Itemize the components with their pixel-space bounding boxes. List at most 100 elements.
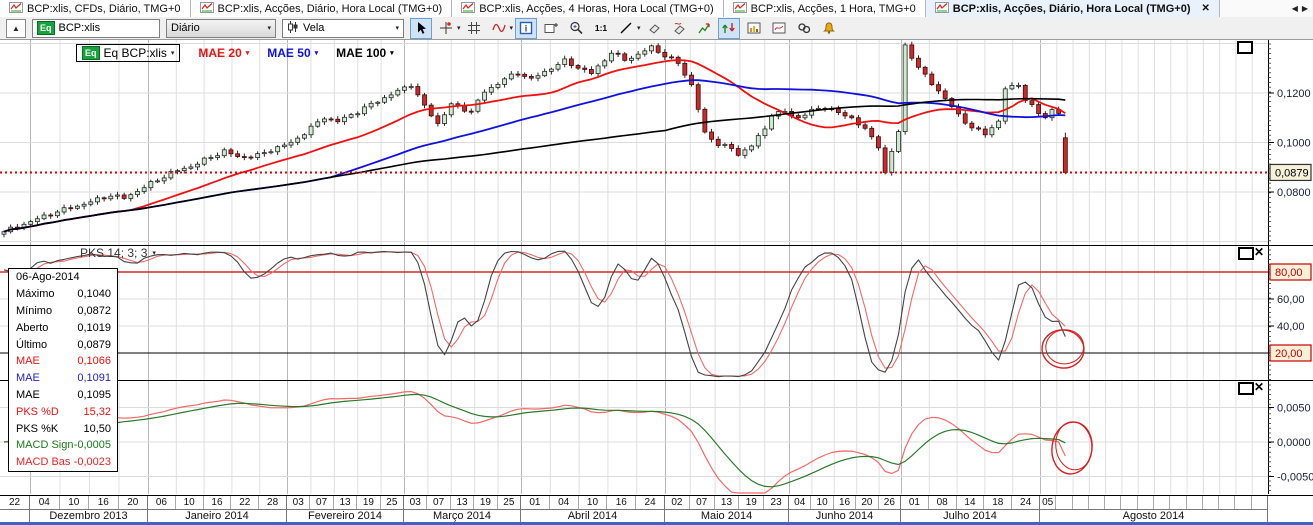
chevron-down-icon[interactable]: ▾ [510, 24, 514, 32]
time-axis-day-cell: 13 [334, 496, 357, 509]
maximize-panel-button[interactable] [1237, 41, 1253, 54]
tab-3[interactable]: BCP:xlis, Acções, 4 Horas, Hora Local (T… [452, 0, 723, 17]
time-axis-day-cell: 06 [148, 496, 176, 509]
ma-legend-dropdown[interactable]: MAE 50▾ [267, 46, 318, 60]
time-axis-day-cell [1235, 496, 1251, 509]
tab-label: BCP:xlis, Acções, 1 Hora, TMG+0 [751, 3, 916, 15]
time-axis-day-cell: 22 [231, 496, 259, 509]
trendline-tool-icon[interactable] [615, 18, 637, 39]
time-axis-day-cell: 04 [30, 496, 60, 509]
close-tab-icon[interactable]: ✕ [1201, 4, 1209, 14]
tab-5-active[interactable]: BCP:xlis, Acções, Diário, Hora Local (TM… [926, 0, 1220, 17]
mini-chart-icon [935, 2, 949, 16]
svg-text:20,00: 20,00 [1275, 348, 1303, 360]
ma-legend-dropdown[interactable]: MAE 100▾ [336, 46, 394, 60]
tooltip-row: PKS %K10,50 [9, 420, 117, 437]
chart-template-icon[interactable] [768, 18, 790, 39]
symbol-combo[interactable]: Eq BCP:xlis [32, 19, 160, 38]
tab-label: BCP:xlis, Acções, Diário, Hora Local (TM… [218, 3, 443, 15]
chart-toolbar: ▲ Eq BCP:xlis Diário ▾ Vela ▾ ▾▾i1:1▾ [0, 17, 1313, 40]
info-mode-icon[interactable]: i [515, 18, 537, 39]
zoom-tool-icon[interactable] [565, 18, 587, 39]
time-axis-day-cell: 07 [310, 496, 333, 509]
tooltip-row-label: Último [16, 339, 47, 351]
maximize-panel-button[interactable] [1238, 382, 1254, 395]
time-axis-day-cell: 22 [0, 496, 29, 509]
time-axis: 2204101620Dezembro 20130610162228Janeiro… [0, 495, 1268, 523]
svg-text:0,0000: 0,0000 [1277, 437, 1311, 449]
time-axis-day-cell: 25 [498, 496, 520, 509]
grid-toggle-icon[interactable] [463, 18, 485, 39]
close-panel-button[interactable]: ✕ [1254, 247, 1264, 257]
time-axis-day-cell [1219, 496, 1235, 509]
crosshair-tool-icon[interactable] [435, 18, 457, 39]
eraser-icon[interactable] [643, 18, 665, 39]
tool-icon-group: ▾▾i1:1▾ [410, 18, 840, 39]
period-select[interactable]: Diário ▾ [166, 19, 276, 38]
time-axis-days-row: 0610162228 [148, 496, 286, 510]
time-axis-month: 0410162026Junho 2014 [789, 496, 901, 523]
chart-plot-area[interactable]: 0,12000,10000,08000,087980,0060,0040,002… [0, 0, 1313, 495]
tooltip-row-value: 0,1040 [77, 288, 111, 300]
time-axis-month: 22 [0, 496, 30, 523]
tooltip-row: MAE0,1066 [9, 353, 117, 370]
time-axis-day-cell: 13 [451, 496, 474, 509]
cursor-tool-icon[interactable] [410, 18, 432, 39]
zigzag-arrow-icon[interactable] [693, 18, 715, 39]
link-charts-icon[interactable] [793, 18, 815, 39]
tab-scroll-right-icon[interactable]: ▶ [1302, 4, 1308, 13]
chart-style-select[interactable]: Vela ▾ [282, 19, 404, 38]
time-axis-day-cell: 20 [856, 496, 878, 509]
time-axis-day-cell [1138, 496, 1154, 509]
svg-text:80,00: 80,00 [1275, 267, 1303, 279]
ma-legend-dropdown[interactable]: MAE 20▾ [198, 46, 249, 60]
tooltip-row: Máximo0,1040 [9, 286, 117, 303]
info-window-icon[interactable] [540, 18, 562, 39]
time-axis-days-row: 0104101624 [521, 496, 664, 510]
chart-style-value: Vela [303, 22, 324, 34]
tooltip-row-value: 0,1095 [77, 389, 111, 401]
time-axis-day-cell: 10 [811, 496, 833, 509]
wave-indicator-icon[interactable] [488, 18, 510, 39]
tooltip-row-label: MACD Sign [16, 439, 73, 451]
time-axis-days-row: 22 [0, 496, 29, 510]
tab-4[interactable]: BCP:xlis, Acções, 1 Hora, TMG+0 [724, 0, 926, 17]
tab-scroll-left-icon[interactable]: ◀ [1292, 4, 1298, 13]
time-axis-day-cell: 02 [665, 496, 690, 509]
time-axis-month: 0307131925Março 2014 [404, 496, 521, 523]
symbol-legend-dropdown[interactable]: Eq Eq BCP:xlis ▾ [76, 44, 180, 62]
time-axis-day-cell: 01 [521, 496, 550, 509]
alert-bell-icon[interactable] [818, 18, 840, 39]
time-axis-day-cell: 03 [404, 496, 427, 509]
pks-legend-dropdown[interactable]: PKS 14; 3; 3 ▾ [80, 246, 156, 260]
svg-text:0,1200: 0,1200 [1277, 88, 1311, 100]
tooltip-row-value: 0,1066 [77, 355, 111, 367]
maximize-panel-button[interactable] [1238, 247, 1254, 260]
scale-1-1-icon[interactable]: 1:1 [590, 18, 612, 39]
eraser-all-icon[interactable] [668, 18, 690, 39]
time-axis-day-cell: 18 [984, 496, 1012, 509]
time-axis-day-cell: 01 [901, 496, 929, 509]
symbol-value: BCP:xlis [59, 22, 101, 34]
tab-2[interactable]: BCP:xlis, Acções, Diário, Hora Local (TM… [191, 0, 453, 17]
time-axis-day-cell: 14 [957, 496, 985, 509]
time-axis-days-row: 04101620 [30, 496, 147, 510]
tooltip-row: MACD Sign-0,0005 [9, 437, 117, 454]
chart-image-icon[interactable] [743, 18, 765, 39]
tab-1[interactable]: BCP:xlis, CFDs, Diário, TMG+0 [0, 0, 191, 17]
time-axis-day-cell: 13 [715, 496, 740, 509]
collapse-toolbar-button[interactable]: ▲ [6, 19, 26, 38]
close-panel-button[interactable]: ✕ [1254, 382, 1264, 392]
time-axis-days-row: 05 [1040, 496, 1267, 510]
tooltip-row-value: 0,1091 [77, 372, 111, 384]
chevron-down-icon[interactable]: ▾ [637, 24, 641, 32]
time-axis-day-cell [1105, 496, 1121, 509]
tooltip-row: Aberto0,1019 [9, 319, 117, 336]
buy-sell-signals-icon[interactable] [718, 18, 740, 39]
chevron-down-icon[interactable]: ▾ [457, 24, 461, 32]
tooltip-row: MACD Bas-0,0023 [9, 454, 117, 471]
svg-text:0,0050: 0,0050 [1277, 403, 1311, 415]
svg-text:0,1000: 0,1000 [1277, 138, 1311, 150]
equity-badge: Eq [82, 46, 100, 60]
svg-text:0,0879: 0,0879 [1275, 167, 1309, 179]
